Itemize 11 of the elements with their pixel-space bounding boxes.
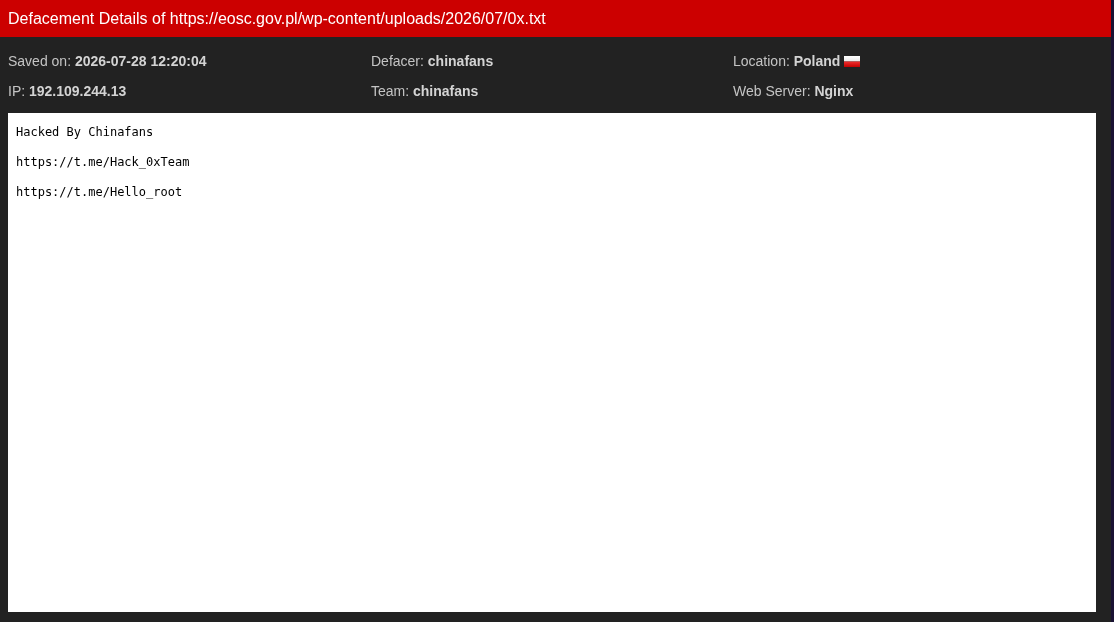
flag-icon [844,55,861,67]
page-title-bar: Defacement Details of https://eosc.gov.pl/wp-content/uploads/2026/07/0x.txt [0,0,1111,37]
detail-text: Saved on: 2026-07-28 12:20:04 [8,52,207,71]
mirror-text-line: https://t.me/Hack_0xTeam [16,154,191,171]
detail-text: Web Server: Nginx [733,82,854,101]
detail-text: Defacer: chinafans [371,52,494,71]
mirror-text-line: https://t.me/Hello_root [16,184,184,201]
mirror-text-line: Hacked By Chinafans [16,124,155,141]
detail-text: Team: chinafans [371,82,479,101]
detail-text: IP: 192.109.244.13 [8,82,127,101]
detail-text: Location: Poland [733,52,841,71]
